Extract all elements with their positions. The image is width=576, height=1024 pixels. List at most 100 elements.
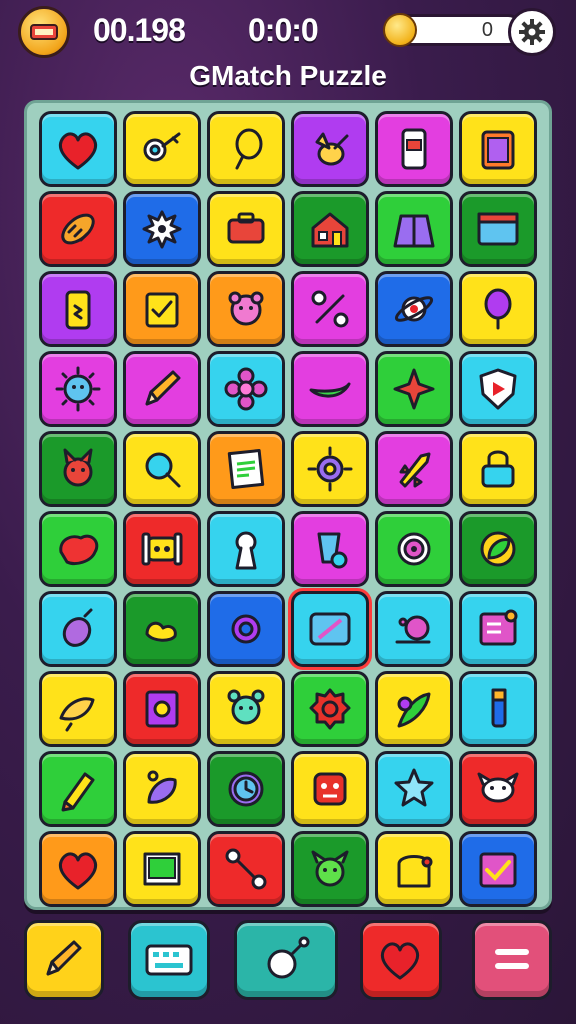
- tile-1-3[interactable]: [207, 111, 285, 187]
- cat-icon: [63, 448, 93, 487]
- tile-5-1[interactable]: [39, 431, 117, 507]
- bottom-toolbar: [0, 916, 576, 1024]
- tile-4-6[interactable]: [459, 351, 537, 427]
- settings-gear-icon[interactable]: [508, 8, 556, 56]
- tile-7-3[interactable]: [207, 591, 285, 667]
- tile-9-3[interactable]: [207, 751, 285, 827]
- wrench2-icon: [225, 848, 267, 890]
- tile-3-6[interactable]: [459, 271, 537, 347]
- tile-6-6[interactable]: [459, 511, 537, 587]
- wand-icon: [267, 936, 310, 979]
- leaf-blob-icon: [309, 382, 351, 398]
- tile-8-3[interactable]: [207, 671, 285, 747]
- tile-2-2[interactable]: [123, 191, 201, 267]
- tile-1-6[interactable]: [459, 111, 537, 187]
- tile-6-1[interactable]: [39, 511, 117, 587]
- tile-10-3[interactable]: [207, 831, 285, 907]
- top-bar: 00.198 0:0:0 0: [0, 0, 576, 64]
- heart-icon: [58, 132, 98, 170]
- heart-blob-icon: [59, 534, 99, 566]
- tile-4-5[interactable]: [375, 351, 453, 427]
- score-display: 00.198: [93, 12, 186, 48]
- house-icon: [311, 212, 349, 248]
- tile-1-1[interactable]: [39, 111, 117, 187]
- coin-count: 0: [481, 19, 493, 41]
- tile-7-4[interactable]: [291, 591, 369, 667]
- tile-1-2[interactable]: [123, 111, 201, 187]
- tile-5-6[interactable]: [459, 431, 537, 507]
- duck-icon: [145, 621, 177, 642]
- pencil-icon: [46, 940, 82, 976]
- tile-5-2[interactable]: [123, 431, 201, 507]
- tile-4-2[interactable]: [123, 351, 201, 427]
- cape-icon: [393, 214, 435, 248]
- tile-2-6[interactable]: [459, 191, 537, 267]
- tile-8-5[interactable]: [375, 671, 453, 747]
- tile-2-1[interactable]: [39, 191, 117, 267]
- tile-6-2[interactable]: [123, 511, 201, 587]
- target-icon: [397, 532, 431, 566]
- tile-10-1[interactable]: [39, 831, 117, 907]
- coin-icon: [383, 13, 417, 47]
- tile-6-5[interactable]: [375, 511, 453, 587]
- tile-6-3[interactable]: [207, 511, 285, 587]
- tile-9-4[interactable]: [291, 751, 369, 827]
- sun-face-icon: [55, 366, 101, 412]
- blender-icon: [317, 532, 348, 569]
- tile-5-4[interactable]: [291, 431, 369, 507]
- tile-8-4[interactable]: [291, 671, 369, 747]
- magic-wand-button[interactable]: [234, 920, 338, 1000]
- tile-7-1[interactable]: [39, 591, 117, 667]
- gear-sun-icon: [307, 446, 353, 492]
- bear-icon: [228, 291, 264, 326]
- tile-4-4[interactable]: [291, 351, 369, 427]
- owl-icon: [477, 772, 519, 803]
- tile-10-5[interactable]: [375, 831, 453, 907]
- tile-10-2[interactable]: [123, 831, 201, 907]
- tile-9-6[interactable]: [459, 751, 537, 827]
- tile-3-3[interactable]: [207, 271, 285, 347]
- tile-6-4[interactable]: [291, 511, 369, 587]
- tile-4-1[interactable]: [39, 351, 117, 427]
- tile-2-4[interactable]: [291, 191, 369, 267]
- tile-2-3[interactable]: [207, 191, 285, 267]
- tile-8-6[interactable]: [459, 671, 537, 747]
- shop-coin-icon[interactable]: [18, 6, 70, 58]
- flower-icon: [224, 367, 268, 411]
- heart2-icon: [58, 852, 98, 890]
- tile-7-5[interactable]: [375, 591, 453, 667]
- phone-icon: [401, 128, 427, 170]
- tile-10-4[interactable]: [291, 831, 369, 907]
- tile-3-1[interactable]: [39, 271, 117, 347]
- favorite-button[interactable]: [360, 920, 442, 1000]
- battery-icon: [65, 290, 91, 330]
- eggplant-icon: [62, 608, 93, 647]
- menu-button[interactable]: [472, 920, 552, 1000]
- tile-10-6[interactable]: [459, 831, 537, 907]
- tile-7-6[interactable]: [459, 591, 537, 667]
- key-icon: [143, 132, 181, 162]
- tile-1-5[interactable]: [375, 111, 453, 187]
- tile-3-5[interactable]: [375, 271, 453, 347]
- tile-4-3[interactable]: [207, 351, 285, 427]
- tile-8-2[interactable]: [123, 671, 201, 747]
- tile-9-1[interactable]: [39, 751, 117, 827]
- tile-3-2[interactable]: [123, 271, 201, 347]
- tile-5-3[interactable]: [207, 431, 285, 507]
- rose-icon: [309, 688, 351, 730]
- keyboard-button[interactable]: [128, 920, 210, 1000]
- tile-3-4[interactable]: [291, 271, 369, 347]
- tile-2-5[interactable]: [375, 191, 453, 267]
- clipboard-icon: [481, 130, 515, 170]
- tile-5-5[interactable]: [375, 431, 453, 507]
- tile-9-2[interactable]: [123, 751, 201, 827]
- tile-8-1[interactable]: [39, 671, 117, 747]
- ring-icon: [231, 614, 261, 644]
- pencil-hint-button[interactable]: [24, 920, 104, 1000]
- tile-7-2[interactable]: [123, 591, 201, 667]
- tile-9-5[interactable]: [375, 751, 453, 827]
- tile-1-4[interactable]: [291, 111, 369, 187]
- timer-display: 0:0:0: [248, 12, 319, 48]
- frame-icon: [145, 690, 179, 728]
- clock-icon: [228, 771, 264, 807]
